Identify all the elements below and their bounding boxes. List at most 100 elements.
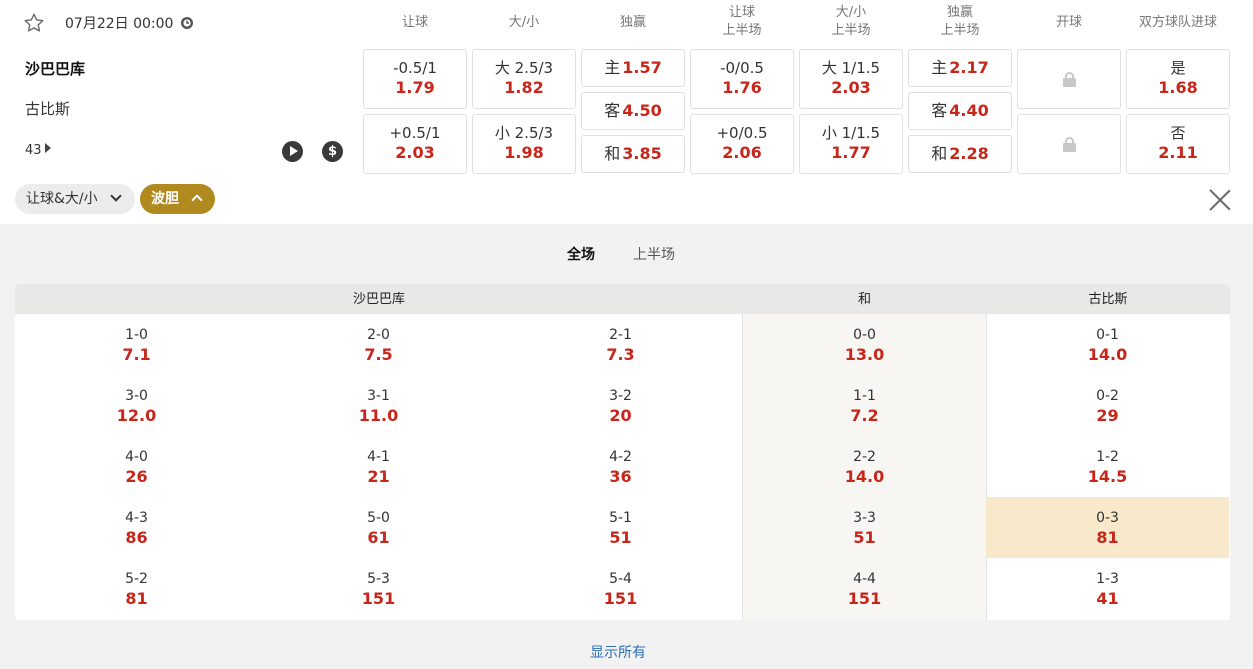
col-header-sublabel: 上半场 xyxy=(940,23,980,38)
score-cell-home[interactable]: 4-1 21 xyxy=(257,436,500,497)
score-cell-draw[interactable]: 4-4 151 xyxy=(743,558,986,619)
odds-line: 小 2.5/3 xyxy=(494,124,554,142)
odds-cell-moneyline-1h-draw[interactable]: 和 2.28 xyxy=(908,135,1012,173)
odds-label: 和 xyxy=(931,144,948,163)
col-header-handicap-1h: 让球 上半场 xyxy=(690,4,794,40)
odds-label: 是 xyxy=(1170,59,1186,77)
odds-cell-handicap-1h-away[interactable]: +0/0.5 2.06 xyxy=(690,114,794,174)
odds-label: 主 xyxy=(604,58,621,77)
score-odd: 29 xyxy=(1096,406,1119,425)
odds-cell-moneyline-1h-home[interactable]: 主 2.17 xyxy=(908,49,1012,87)
home-scores-column: 1-0 7.1 3-0 12.0 4-0 26 4-3 86 5-2 81 2-0 7.5 3-1 11.… xyxy=(15,314,743,620)
filter-chip-correct-score[interactable]: 波胆 xyxy=(140,184,215,214)
score-cell-home[interactable]: 5-2 81 xyxy=(15,558,258,619)
score-label: 0-0 xyxy=(853,327,876,343)
score-cell-home[interactable]: 4-3 86 xyxy=(15,497,258,558)
odds-cell-moneyline-1h-away[interactable]: 客 4.40 xyxy=(908,92,1012,130)
play-icon[interactable] xyxy=(282,141,303,162)
odds-cell-moneyline-draw[interactable]: 和 3.85 xyxy=(581,135,685,173)
col-header-btts: 双方球队进球 xyxy=(1138,15,1217,30)
score-odd: 61 xyxy=(367,528,390,547)
score-cell-draw[interactable]: 0-0 13.0 xyxy=(743,314,986,375)
col-header-handicap: 让球 xyxy=(401,15,428,30)
away-team-name: 古比斯 xyxy=(25,100,71,118)
score-cell-home[interactable]: 5-4 151 xyxy=(499,558,742,619)
score-odd: 21 xyxy=(367,467,390,486)
filter-chip-handicap-ou[interactable]: 让球&大/小 xyxy=(15,184,135,214)
odds-cell-kickoff-locked xyxy=(1017,49,1121,109)
score-cell-home[interactable]: 1-0 7.1 xyxy=(15,314,258,375)
filter-chip-label: 让球&大/小 xyxy=(26,191,98,207)
odds-value: 2.28 xyxy=(949,144,989,163)
odds-cell-moneyline-home[interactable]: 主 1.57 xyxy=(581,49,685,87)
odds-cell-handicap-1h-home[interactable]: -0/0.5 1.76 xyxy=(690,49,794,109)
odds-label: 主 xyxy=(931,58,948,77)
score-cell-draw[interactable]: 1-1 7.2 xyxy=(743,375,986,436)
score-label: 0-2 xyxy=(1096,388,1119,404)
score-label: 0-1 xyxy=(1096,327,1119,343)
odds-value: 2.17 xyxy=(949,58,989,77)
score-odd: 7.2 xyxy=(850,406,879,425)
odds-value: 4.50 xyxy=(622,101,662,120)
close-icon[interactable] xyxy=(1208,188,1232,212)
star-icon[interactable] xyxy=(23,12,45,34)
more-markets-count: 43 xyxy=(25,143,42,158)
score-odd: 151 xyxy=(603,589,638,608)
score-label: 5-3 xyxy=(367,571,390,587)
score-cell-away[interactable]: 0-1 14.0 xyxy=(986,314,1229,375)
odds-value: 1.98 xyxy=(504,143,544,162)
odds-cell-over-1h[interactable]: 大 1/1.5 2.03 xyxy=(799,49,903,109)
col-header-moneyline-1h: 独赢 上半场 xyxy=(908,4,1012,40)
tab-first-half[interactable]: 上半场 xyxy=(633,244,675,264)
score-odd: 26 xyxy=(125,467,148,486)
col-header-moneyline: 独赢 xyxy=(619,15,646,30)
odds-value: 2.06 xyxy=(722,143,762,162)
odds-cell-handicap-home[interactable]: -0.5/1 1.79 xyxy=(363,49,467,109)
score-label: 5-4 xyxy=(609,571,632,587)
col-header-kickoff: 开球 xyxy=(1055,15,1082,30)
score-cell-home[interactable]: 5-1 51 xyxy=(499,497,742,558)
score-label: 1-3 xyxy=(1096,571,1119,587)
score-cell-home[interactable]: 4-0 26 xyxy=(15,436,258,497)
odds-value: 1.57 xyxy=(622,58,662,77)
score-label: 2-0 xyxy=(367,327,390,343)
dollar-icon[interactable]: $ xyxy=(322,141,343,162)
score-cell-home[interactable]: 5-3 151 xyxy=(257,558,500,619)
odds-cell-under-1h[interactable]: 小 1/1.5 1.77 xyxy=(799,114,903,174)
odds-cell-over[interactable]: 大 2.5/3 1.82 xyxy=(472,49,576,109)
odds-value: 1.77 xyxy=(831,143,871,162)
score-cell-home[interactable]: 3-2 20 xyxy=(499,375,742,436)
score-odd: 41 xyxy=(1096,589,1119,608)
score-cell-away[interactable]: 1-3 41 xyxy=(986,558,1229,619)
score-cell-draw[interactable]: 2-2 14.0 xyxy=(743,436,986,497)
score-label: 2-1 xyxy=(609,327,632,343)
odds-cell-under[interactable]: 小 2.5/3 1.98 xyxy=(472,114,576,174)
score-label: 3-1 xyxy=(367,388,390,404)
odds-cell-handicap-away[interactable]: +0.5/1 2.03 xyxy=(363,114,467,174)
chevron-down-icon xyxy=(110,190,122,202)
score-cell-home[interactable]: 2-1 7.3 xyxy=(499,314,742,375)
score-cell-away[interactable]: 0-3 81 xyxy=(986,497,1229,558)
odds-cell-btts-no[interactable]: 否 2.11 xyxy=(1126,114,1230,174)
col-header-label: 让球 xyxy=(728,5,755,20)
score-odd: 14.5 xyxy=(1087,467,1128,486)
score-cell-home[interactable]: 3-0 12.0 xyxy=(15,375,258,436)
score-cell-away[interactable]: 1-2 14.5 xyxy=(986,436,1229,497)
away-scores-column: 0-1 14.0 0-2 29 1-2 14.5 0-3 81 1-3 41 xyxy=(986,314,1230,620)
odds-cell-moneyline-away[interactable]: 客 4.50 xyxy=(581,92,685,130)
show-all-link[interactable]: 显示所有 xyxy=(590,642,646,662)
score-cell-draw[interactable]: 3-3 51 xyxy=(743,497,986,558)
odds-cell-btts-yes[interactable]: 是 1.68 xyxy=(1126,49,1230,109)
tab-full-time[interactable]: 全场 xyxy=(567,244,595,264)
score-label: 5-1 xyxy=(609,510,632,526)
odds-line: 大 2.5/3 xyxy=(494,59,554,77)
more-markets-link[interactable]: 43 xyxy=(25,143,51,158)
score-odd: 86 xyxy=(125,528,148,547)
odds-label: 客 xyxy=(931,101,948,120)
score-cell-home[interactable]: 3-1 11.0 xyxy=(257,375,500,436)
score-cell-home[interactable]: 4-2 36 xyxy=(499,436,742,497)
score-cell-home[interactable]: 5-0 61 xyxy=(257,497,500,558)
score-cell-home[interactable]: 2-0 7.5 xyxy=(257,314,500,375)
score-cell-away[interactable]: 0-2 29 xyxy=(986,375,1229,436)
correct-score-grid: 沙巴巴库 和 古比斯 1-0 7.1 3-0 12.0 4-0 26 4-3 86 5-2 81 2… xyxy=(15,284,1230,620)
